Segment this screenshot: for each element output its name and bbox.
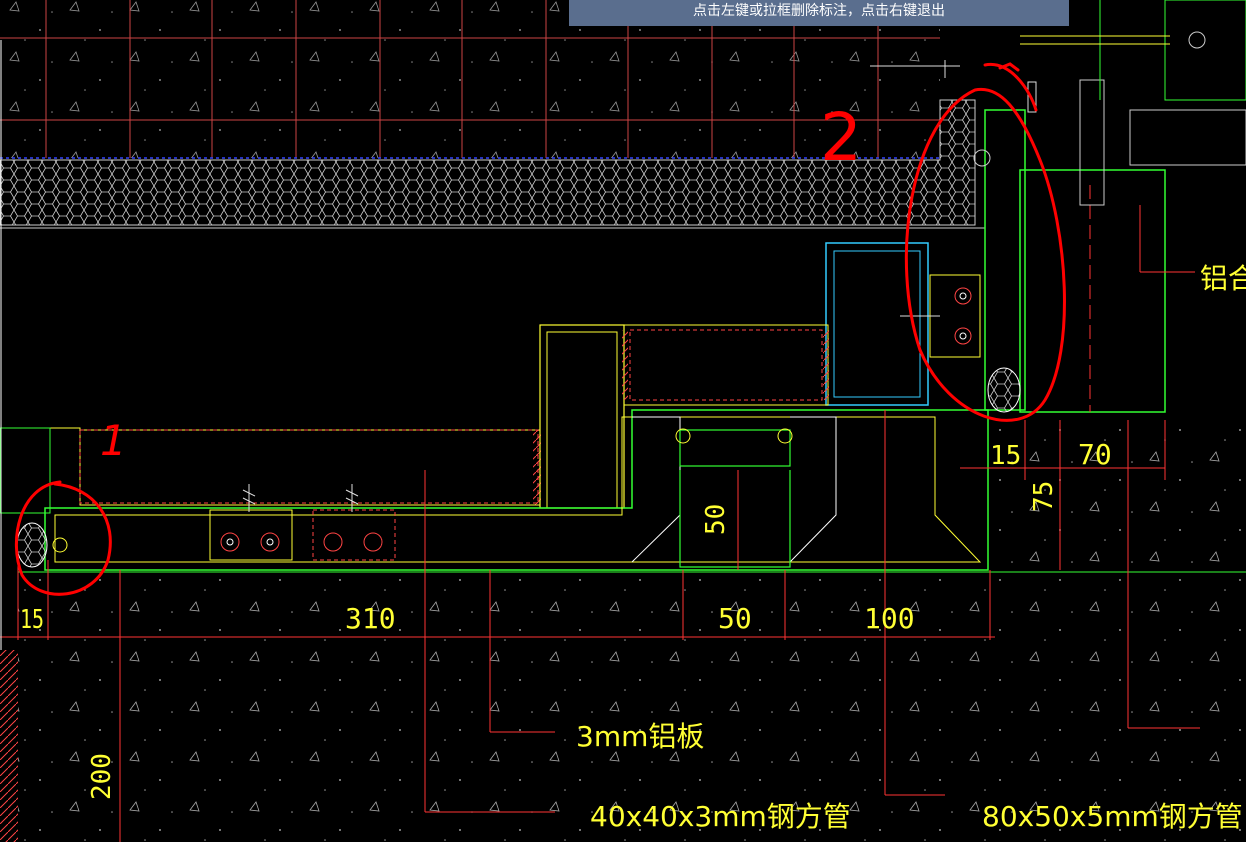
markup-number-2: 2 — [820, 99, 862, 176]
label-3mm-aluminum-plate: 3mm铝板 — [576, 720, 704, 753]
label-40x40x3-steel-tube: 40x40x3mm钢方管 — [590, 800, 851, 833]
dim-50-horizontal: 50 — [718, 602, 752, 635]
dim-200: 200 — [87, 753, 117, 800]
dim-50-vertical: 50 — [701, 504, 731, 535]
aluminum-frame-right — [973, 0, 1246, 413]
dim-15-left: 15 — [20, 605, 44, 635]
markup-number-1: 1 — [100, 416, 127, 465]
dim-15-right: 15 — [990, 441, 1021, 471]
dim-100: 100 — [864, 602, 915, 635]
foam-backer-rods — [16, 367, 1021, 568]
label-80x50x5-steel-tube: 80x50x5mm钢方管 — [982, 800, 1243, 833]
dim-310: 310 — [345, 602, 396, 635]
dim-70: 70 — [1078, 438, 1112, 471]
dim-75: 75 — [1029, 481, 1059, 512]
steel-tube-80x50 — [825, 242, 981, 406]
aluminum-plate-profile — [0, 409, 989, 571]
command-hint-bar: 点击左键或拉框删除标注，点击右键退出 — [569, 0, 1069, 26]
label-aluminum-alloy: 铝合金 — [1200, 262, 1246, 295]
cad-drawing-canvas[interactable]: 15 310 50 100 50 200 15 70 75 3mm铝板 40x4… — [0, 0, 1246, 842]
concrete-base — [0, 415, 1246, 842]
